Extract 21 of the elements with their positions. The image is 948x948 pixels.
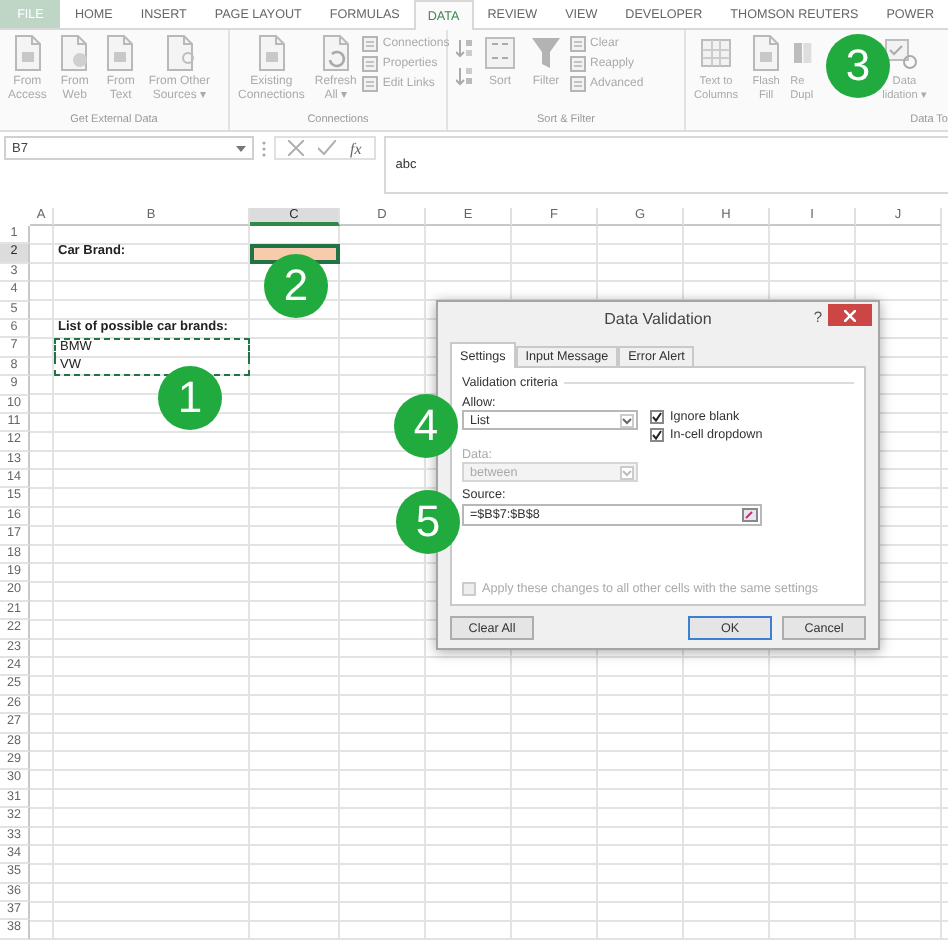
collapse-icon[interactable] — [742, 508, 758, 522]
close-icon — [844, 309, 856, 321]
small-document-icon — [570, 36, 586, 52]
check-icon[interactable] — [318, 140, 336, 156]
dropdown-icon — [620, 413, 634, 427]
small-document-icon — [362, 36, 379, 52]
filter-icon — [528, 34, 564, 72]
cancel-icon[interactable] — [288, 140, 304, 156]
small-document-icon — [570, 76, 586, 92]
checkbox[interactable] — [650, 428, 664, 442]
dialog-title: Data Validation — [604, 310, 712, 328]
dropdown-icon — [620, 465, 634, 479]
close-button[interactable] — [828, 304, 872, 326]
sort-descending-icon[interactable] — [456, 68, 472, 86]
small-document-icon — [570, 56, 586, 72]
dropdown-icon[interactable] — [236, 145, 246, 151]
checkbox[interactable] — [650, 410, 664, 424]
small-document-icon — [362, 76, 379, 92]
small-document-icon — [362, 56, 379, 72]
sort-ascending-icon[interactable] — [456, 40, 472, 58]
insert-function-button[interactable]: fx — [350, 139, 362, 157]
